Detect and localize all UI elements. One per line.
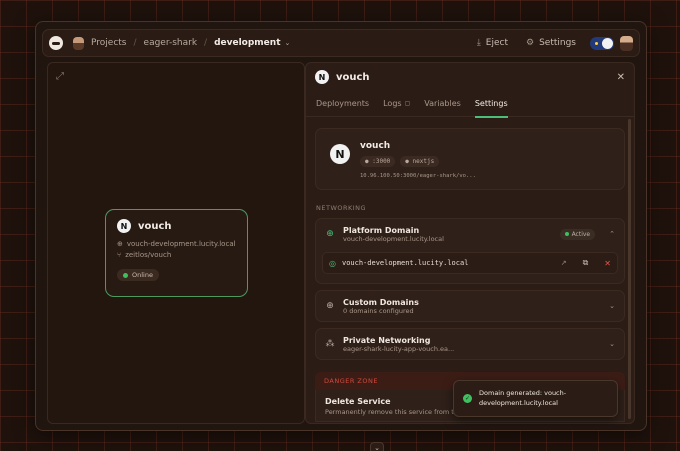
service-settings-panel: N vouch ✕ Deployments Logs ▢ Variables S… — [305, 62, 635, 424]
app-window: Projects / eager-shark / development ⌄ ⤓… — [35, 21, 647, 451]
private-networking-card[interactable]: ⁂ Private Networking eager-shark-lucity-… — [315, 328, 625, 360]
custom-domains-card[interactable]: ⊕ Custom Domains 0 domains configured ⌄ — [315, 290, 625, 322]
port-chip: ● :3000 — [360, 156, 396, 167]
service-info-card: N vouch ● :3000 ● nextjs 10.96.100.50:30… — [315, 128, 625, 190]
tab-bar: Deployments Logs ▢ Variables Settings — [306, 91, 634, 118]
private-networking-sub: eager-shark-lucity-app-vouch.ea... — [343, 344, 455, 353]
active-badge-label: Active — [571, 230, 591, 238]
toast-line-1: Domain generated: vouch- — [479, 389, 567, 398]
globe-icon: ⊕ — [326, 301, 334, 311]
copy-icon[interactable]: ⧉ — [583, 258, 589, 268]
settings-button[interactable]: ⚙ Settings — [526, 38, 576, 48]
delete-domain-icon[interactable]: ✕ — [604, 259, 611, 268]
service-node-repo: zeitlos/vouch — [125, 251, 172, 259]
domain-value[interactable]: vouch-development.lucity.local — [342, 259, 468, 267]
check-circle-icon: ◎ — [329, 258, 336, 268]
status-text: Online — [132, 271, 153, 279]
service-canvas[interactable]: ⤢ N vouch ⊕ vouch-development.lucity.loc… — [47, 62, 305, 424]
app-logo-icon[interactable] — [49, 36, 63, 50]
success-check-icon: ✓ — [463, 394, 472, 403]
private-networking-title: Private Networking — [343, 335, 431, 345]
panel-scrollbar[interactable] — [628, 119, 631, 419]
platform-domain-card: ⊕ Platform Domain vouch-development.luci… — [315, 218, 625, 284]
breadcrumb-separator: / — [133, 38, 137, 48]
network-icon: ⁂ — [325, 339, 335, 349]
domain-entry: ◎ vouch-development.lucity.local ↗ ⧉ ✕ — [322, 252, 618, 274]
chevron-down-icon[interactable]: ⌄ — [285, 39, 291, 47]
networking-heading: NETWORKING — [316, 204, 367, 212]
breadcrumb-projects[interactable]: Projects — [91, 38, 126, 48]
download-icon: ⤓ — [476, 38, 481, 48]
tab-deployments[interactable]: Deployments — [316, 91, 369, 117]
open-link-icon[interactable]: ↗ — [561, 259, 567, 267]
expand-icon[interactable]: ⤢ — [56, 71, 64, 82]
user-avatar[interactable] — [620, 35, 633, 51]
globe-icon: ⊕ — [117, 240, 123, 248]
status-badge: Online — [117, 269, 159, 281]
close-icon[interactable]: ✕ — [617, 72, 625, 83]
internal-address: 10.96.100.50:3000/eager-shark/vo... — [360, 173, 476, 179]
service-node-card[interactable]: N vouch ⊕ vouch-development.lucity.local… — [105, 209, 248, 297]
custom-domains-title: Custom Domains — [343, 297, 419, 307]
breadcrumb-environment[interactable]: development — [214, 38, 280, 48]
online-dot-icon — [123, 272, 128, 278]
tab-variables[interactable]: Variables — [424, 91, 461, 117]
breadcrumb-separator: / — [204, 38, 208, 48]
service-node-name: vouch — [138, 220, 172, 232]
service-node-domain: vouch-development.lucity.local — [126, 240, 236, 248]
tab-logs-label: Logs — [383, 99, 402, 108]
theme-toggle[interactable] — [590, 36, 614, 50]
nextjs-logo-icon: N — [315, 70, 329, 84]
settings-label: Settings — [539, 38, 576, 48]
panel-title: vouch — [336, 71, 370, 83]
git-branch-icon: ⑂ — [117, 251, 122, 259]
platform-domain-sub: vouch-development.lucity.local — [343, 234, 444, 243]
breadcrumb-project[interactable]: eager-shark — [144, 38, 198, 48]
custom-domains-sub: 0 domains configured — [343, 306, 414, 315]
globe-icon: ⊕ — [326, 229, 334, 239]
chevron-down-icon[interactable]: ⌄ — [609, 302, 615, 310]
service-name: vouch — [360, 141, 391, 151]
nextjs-logo-icon: N — [117, 219, 131, 233]
panel-header: N vouch ✕ — [306, 63, 634, 91]
eject-label: Eject — [485, 38, 508, 48]
project-avatar — [73, 36, 84, 50]
tab-settings[interactable]: Settings — [474, 91, 508, 118]
tab-logs[interactable]: Logs ▢ — [383, 91, 410, 117]
chevron-down-icon[interactable]: ⌄ — [370, 442, 384, 451]
eject-button[interactable]: ⤓ Eject — [477, 38, 508, 48]
framework-chip: ● nextjs — [400, 156, 440, 167]
platform-domain-title: Platform Domain — [343, 225, 420, 235]
platform-domain-header[interactable]: ⊕ Platform Domain vouch-development.luci… — [316, 219, 624, 249]
chevron-down-icon[interactable]: ⌄ — [609, 340, 615, 348]
framework-value: nextjs — [412, 158, 435, 165]
active-badge: Active — [559, 228, 596, 240]
top-bar: Projects / eager-shark / development ⌄ ⤓… — [42, 29, 640, 57]
active-dot-icon — [564, 232, 569, 236]
external-link-icon: ▢ — [404, 100, 411, 107]
nextjs-logo-icon: N — [330, 144, 350, 164]
toast-notification: ✓ Domain generated: vouch- development.l… — [453, 380, 618, 417]
toast-line-2: development.lucity.local — [479, 398, 558, 407]
gear-icon: ⚙ — [526, 38, 535, 48]
port-value: :3000 — [372, 158, 391, 165]
chevron-up-icon[interactable]: ⌃ — [609, 230, 615, 238]
